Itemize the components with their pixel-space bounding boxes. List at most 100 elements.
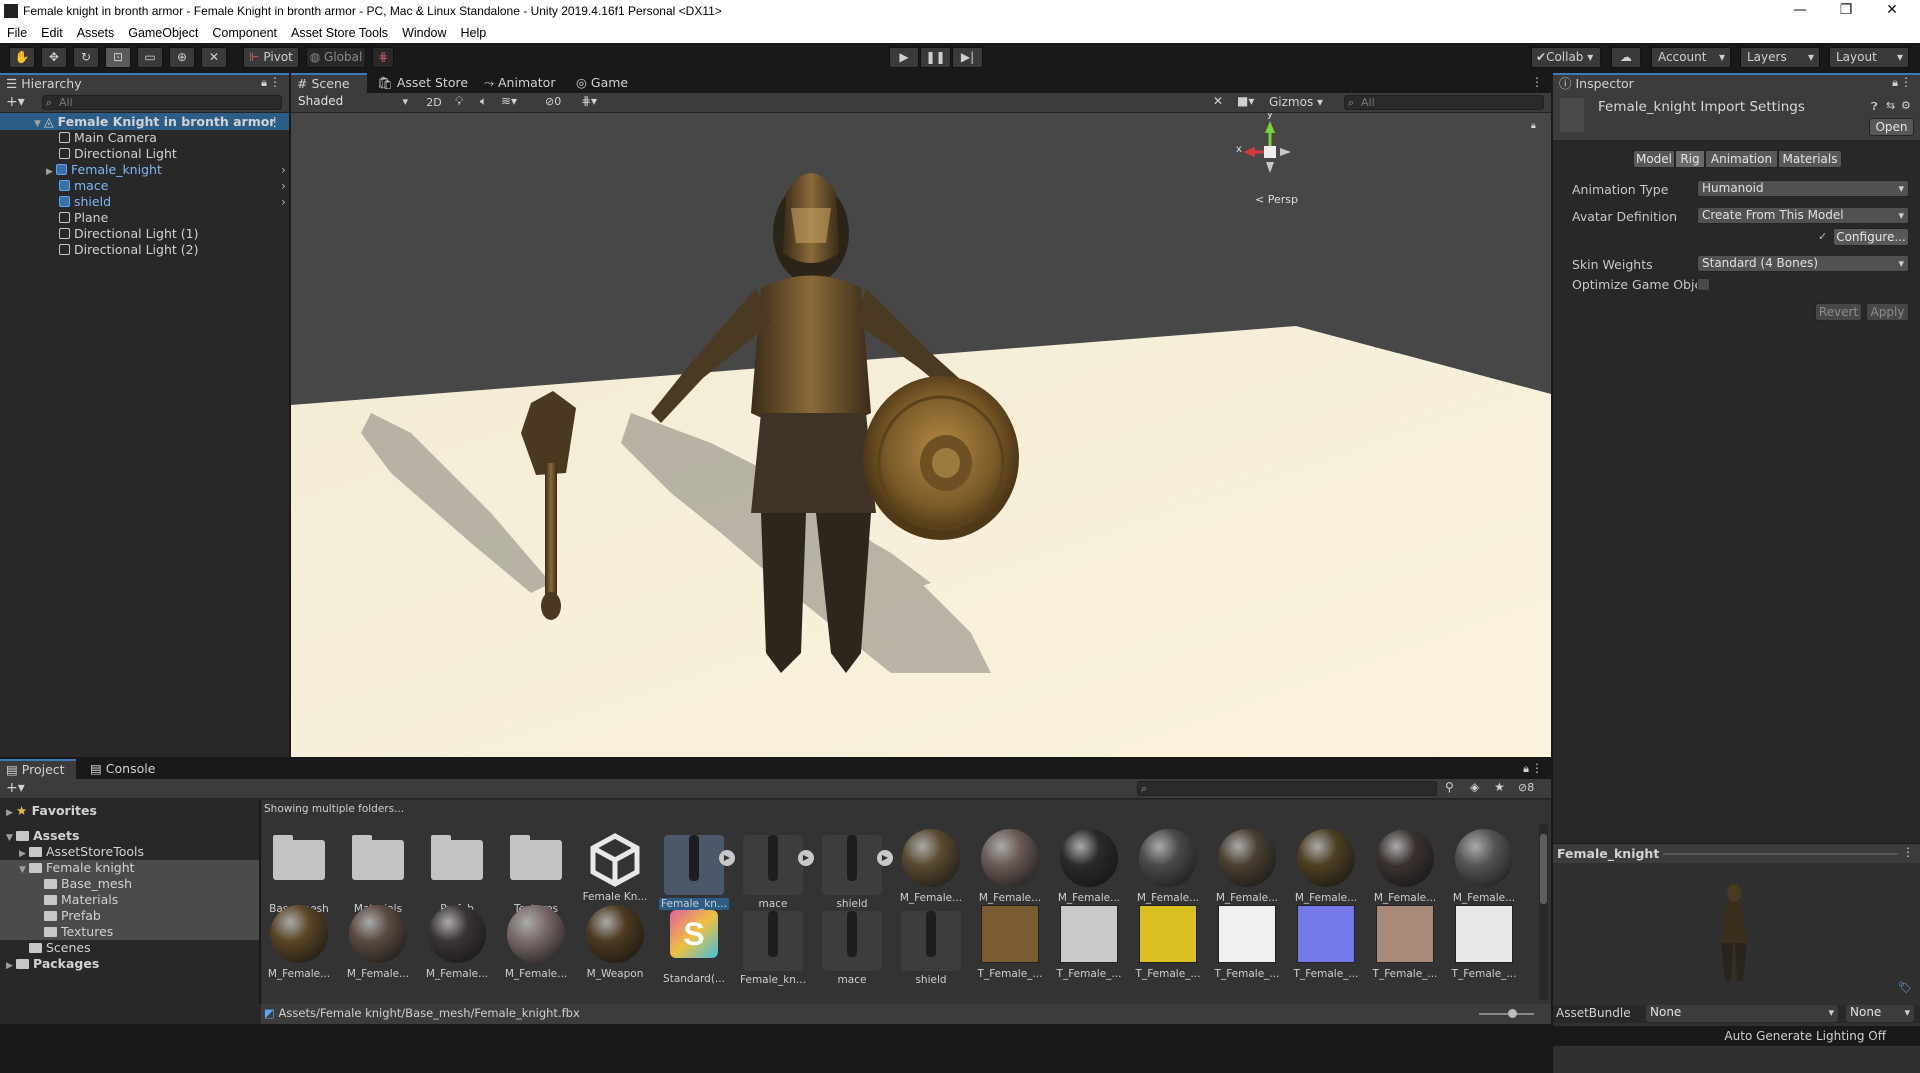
- hierarchy-item[interactable]: Main Camera: [59, 130, 157, 146]
- tab-asset-store[interactable]: 🛍︎ Asset Store: [371, 73, 476, 93]
- pause-button[interactable]: ❚❚: [920, 47, 951, 68]
- expand-play-icon[interactable]: ▶: [877, 850, 893, 866]
- kebab-menu-icon[interactable]: ⋮: [1900, 75, 1912, 89]
- 2d-toggle[interactable]: 2D: [421, 94, 447, 111]
- orientation-gizmo[interactable]: y x: [1235, 113, 1305, 187]
- favorite-star-icon[interactable]: ★: [1494, 780, 1505, 794]
- asset-item[interactable]: shield: [896, 904, 966, 986]
- step-button[interactable]: ▶|: [952, 47, 983, 68]
- collab-dropdown[interactable]: ✔Collab ▾: [1531, 47, 1601, 68]
- asset-item[interactable]: T_Female_...: [1291, 904, 1361, 980]
- tree-prefab[interactable]: Prefab: [0, 908, 259, 924]
- asset-item[interactable]: M_Female...: [1133, 828, 1203, 904]
- expand-play-icon[interactable]: ▶: [719, 850, 735, 866]
- asset-item[interactable]: T_Female_...: [1212, 904, 1282, 980]
- effects-icon[interactable]: ≋▾: [501, 94, 517, 108]
- expand-arrow-icon[interactable]: ▶: [6, 958, 16, 974]
- minimize-button[interactable]: —: [1777, 0, 1823, 23]
- asset-grid-scrollbar[interactable]: [1539, 824, 1548, 1000]
- rotate-tool-button[interactable]: ↻: [73, 47, 99, 68]
- hierarchy-item[interactable]: Plane: [59, 210, 108, 226]
- optimize-checkbox[interactable]: [1697, 278, 1710, 291]
- tools-icon[interactable]: ✕: [1213, 94, 1223, 108]
- tab-scene[interactable]: # Scene: [291, 73, 367, 93]
- kebab-menu-icon[interactable]: ⋮: [269, 75, 281, 89]
- tab-hierarchy[interactable]: ☰ Hierarchy: [0, 73, 289, 93]
- tree-packages[interactable]: ▶ Packages: [6, 956, 99, 972]
- open-button[interactable]: Open: [1869, 118, 1914, 136]
- menu-file[interactable]: File: [0, 24, 34, 42]
- asset-item[interactable]: shield ▶: [817, 828, 893, 910]
- asset-item[interactable]: M_Female...: [1291, 828, 1361, 904]
- kebab-menu-icon[interactable]: ⋮: [1531, 75, 1543, 89]
- expand-play-icon[interactable]: ▶: [798, 850, 814, 866]
- kebab-menu-icon[interactable]: ⋮: [269, 113, 282, 130]
- layers-dropdown[interactable]: Layers ▾: [1740, 47, 1820, 68]
- expand-arrow-icon[interactable]: ▶: [6, 805, 16, 821]
- tab-rig[interactable]: Rig: [1675, 150, 1705, 168]
- kebab-menu-icon[interactable]: ⋮: [1531, 761, 1543, 775]
- maximize-button[interactable]: ❐: [1823, 0, 1869, 23]
- tab-animation[interactable]: Animation: [1705, 150, 1778, 168]
- asset-item[interactable]: mace ▶: [738, 828, 814, 910]
- asset-item[interactable]: T_Female_...: [1370, 904, 1440, 980]
- tree-scenes[interactable]: Scenes: [29, 940, 91, 956]
- asset-item[interactable]: M_Female...: [975, 828, 1045, 904]
- audio-icon[interactable]: 🔈︎: [480, 94, 487, 109]
- pivot-toggle[interactable]: ⊩ Pivot: [243, 47, 299, 68]
- scene-viewport[interactable]: y x 🔒︎ < Persp: [291, 113, 1551, 757]
- transform-tool-button[interactable]: ⊕: [169, 47, 195, 68]
- move-tool-button[interactable]: ✥: [41, 47, 67, 68]
- hidden-packages-toggle[interactable]: ⊘8: [1518, 781, 1534, 794]
- camera-icon[interactable]: ■▾: [1237, 94, 1254, 108]
- tree-assets[interactable]: ▼ Assets: [6, 828, 79, 844]
- auto-lighting-status[interactable]: Auto Generate Lighting Off: [1724, 1029, 1886, 1043]
- hierarchy-item[interactable]: Directional Light: [59, 146, 177, 162]
- asset-item[interactable]: M_Female...: [264, 904, 334, 980]
- asset-item[interactable]: mace: [817, 904, 887, 986]
- assetbundle-dropdown[interactable]: None: [1646, 1005, 1838, 1022]
- animation-type-dropdown[interactable]: Humanoid: [1697, 180, 1909, 197]
- tab-animator[interactable]: ⤳ Animator: [478, 73, 563, 93]
- icon-size-slider-thumb[interactable]: [1508, 1009, 1517, 1018]
- asset-label-tag-icon[interactable]: 🏷︎: [1898, 981, 1912, 994]
- asset-item[interactable]: M_Weapon: [580, 904, 650, 980]
- projection-toggle[interactable]: < Persp: [1255, 193, 1298, 206]
- hierarchy-item[interactable]: ▶ Female_knight ›: [46, 162, 286, 178]
- tab-game[interactable]: ◎ Game: [570, 73, 636, 93]
- apply-button[interactable]: Apply: [1866, 303, 1909, 321]
- scale-tool-button[interactable]: ⊡: [105, 47, 131, 68]
- hidden-objects-toggle[interactable]: ⊘0: [545, 95, 561, 108]
- tab-model[interactable]: Model: [1633, 150, 1675, 168]
- chevron-right-icon[interactable]: ›: [281, 162, 286, 178]
- global-toggle[interactable]: ◍ Global: [306, 47, 366, 68]
- layout-dropdown[interactable]: Layout ▾: [1829, 47, 1909, 68]
- tree-assetstoretools[interactable]: ▶ AssetStoreTools: [19, 844, 144, 860]
- scrollbar-thumb[interactable]: [1540, 834, 1547, 904]
- play-button[interactable]: ▶: [889, 47, 919, 68]
- asset-item[interactable]: T_Female_...: [1054, 904, 1124, 980]
- asset-item[interactable]: M_Female...: [896, 828, 966, 904]
- tab-project[interactable]: ▤ Project: [0, 759, 76, 779]
- asset-item[interactable]: M_Female...: [422, 904, 492, 980]
- asset-item[interactable]: Female_kn... ▶: [659, 828, 735, 910]
- add-object-button[interactable]: +▾: [6, 94, 25, 110]
- gizmos-dropdown[interactable]: Gizmos ▾: [1269, 94, 1323, 111]
- asset-item[interactable]: M_Female...: [1054, 828, 1124, 904]
- menu-window[interactable]: Window: [395, 24, 453, 42]
- tree-base-mesh[interactable]: Base_mesh: [0, 876, 259, 892]
- avatar-definition-dropdown[interactable]: Create From This Model: [1697, 207, 1909, 224]
- menu-edit[interactable]: Edit: [34, 24, 70, 42]
- asset-item[interactable]: T_Female_...: [1449, 904, 1519, 980]
- snap-toggle[interactable]: ⋕: [372, 47, 394, 68]
- expand-arrow-icon[interactable]: ▼: [6, 830, 16, 846]
- hierarchy-search-input[interactable]: All: [42, 95, 282, 110]
- search-by-type-icon[interactable]: ⚲: [1445, 780, 1454, 794]
- create-asset-button[interactable]: +▾: [6, 780, 25, 796]
- asset-item[interactable]: T_Female_...: [1133, 904, 1203, 980]
- assetbundle-variant-dropdown[interactable]: None: [1846, 1005, 1914, 1022]
- tab-materials[interactable]: Materials: [1778, 150, 1842, 168]
- asset-item[interactable]: S Standard(...: [659, 904, 729, 985]
- gizmo-lock-icon[interactable]: 🔒︎: [1531, 121, 1536, 131]
- lock-icon[interactable]: 🔒︎: [1892, 76, 1898, 90]
